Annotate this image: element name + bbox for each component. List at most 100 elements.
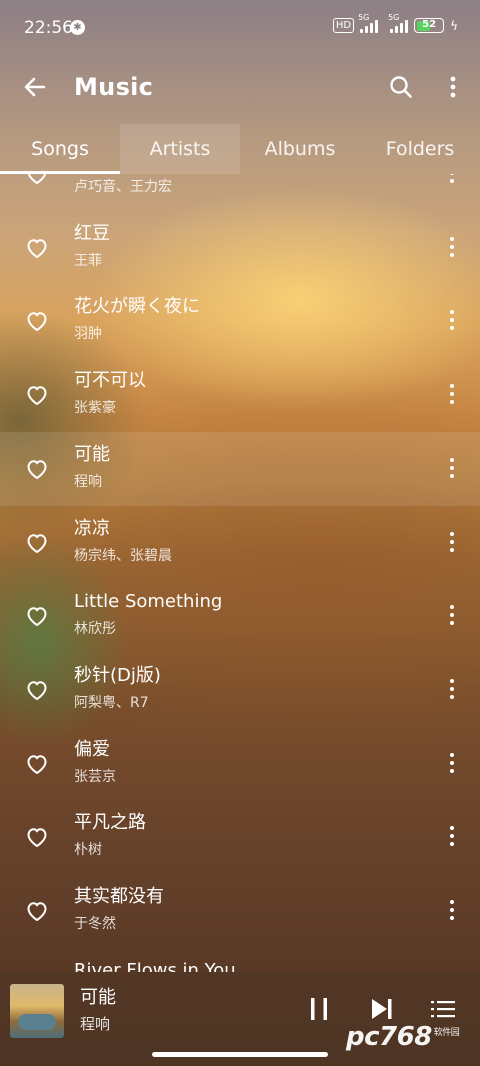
heart-icon (27, 681, 47, 700)
favorite-heart-button[interactable] (24, 235, 50, 261)
song-title: 偏爱 (74, 738, 110, 760)
song-more-button[interactable] (442, 677, 462, 703)
song-title: 花火が瞬く夜に (74, 296, 200, 318)
tab-folders[interactable]: Folders (360, 124, 480, 174)
playlist-icon (431, 1001, 455, 1018)
favorite-heart-button[interactable] (24, 174, 50, 187)
song-row[interactable]: 花火が瞬く夜に 羽肿 (0, 284, 480, 358)
heart-icon (27, 386, 47, 406)
song-row[interactable]: Little Something 林欣彤 (0, 579, 480, 653)
song-more-button[interactable] (442, 824, 462, 850)
song-row[interactable]: River Flows in You (0, 948, 480, 972)
more-vertical-icon (450, 531, 454, 556)
song-row[interactable]: 平凡之路 朴树 (0, 800, 480, 874)
song-artist: 羽肿 (74, 326, 102, 343)
song-row[interactable]: 凉凉 杨宗纬、张碧晨 (0, 506, 480, 580)
settings-notification-icon: ✱ (70, 20, 85, 35)
song-more-button[interactable] (442, 308, 462, 334)
favorite-heart-button[interactable] (24, 382, 50, 408)
heart-icon (27, 460, 47, 479)
network-label-1: 5G (358, 12, 370, 22)
tab-artists[interactable]: Artists (120, 124, 240, 174)
song-more-button[interactable] (442, 898, 462, 924)
song-row[interactable]: 卢巧音、王力宏 (0, 174, 480, 211)
favorite-heart-button[interactable] (24, 824, 50, 850)
song-artist: 杨宗纬、张碧晨 (74, 547, 172, 564)
heart-icon (27, 533, 47, 553)
heart-icon (27, 902, 47, 921)
song-more-button[interactable] (442, 530, 462, 556)
favorite-heart-button[interactable] (24, 677, 50, 703)
song-row[interactable]: 可不可以 张紫豪 (0, 358, 480, 432)
more-vertical-icon (450, 678, 454, 703)
heart-icon (27, 238, 47, 258)
battery-icon: 52 (414, 18, 445, 33)
now-playing-artist: 程响 (80, 1015, 111, 1033)
favorite-heart-button[interactable] (24, 751, 50, 777)
charging-icon: ϟ (450, 18, 458, 33)
status-indicators: HD 5G 5G 52 ϟ (332, 13, 458, 33)
tab-songs[interactable]: Songs (0, 124, 120, 174)
song-row[interactable]: 秒针(Dj版) 阿梨粤、R7 (0, 653, 480, 727)
tab-bar: Songs Artists Albums Folders (0, 124, 480, 174)
signal-icon-2: 5G (388, 13, 409, 33)
pause-icon (311, 998, 327, 1020)
song-title: 红豆 (74, 222, 110, 244)
network-label-2: 5G (388, 12, 400, 22)
song-artist: 卢巧音、王力宏 (74, 179, 172, 195)
favorite-heart-button[interactable] (24, 603, 50, 629)
app-bar: Music (0, 58, 480, 118)
favorite-heart-button[interactable] (24, 308, 50, 334)
heart-icon (27, 754, 47, 774)
song-title: 可能 (74, 443, 110, 465)
more-vertical-icon (450, 384, 454, 408)
song-more-button[interactable] (442, 235, 462, 261)
song-artist: 王菲 (74, 252, 102, 269)
song-list[interactable]: 卢巧音、王力宏红豆王菲花火が瞬く夜に羽肿可不可以 张紫豪可能程响凉凉杨宗纬、张碧晨… (0, 174, 480, 972)
song-artist: 林欣彤 (74, 621, 116, 638)
song-artist: 阿梨粤、R7 (74, 694, 149, 711)
song-artist: 程响 (74, 473, 102, 490)
song-more-button[interactable] (442, 174, 462, 187)
song-more-button[interactable] (442, 456, 462, 482)
more-vertical-icon (450, 900, 454, 924)
page-title: Music (74, 73, 154, 101)
more-vertical-icon (450, 76, 456, 98)
favorite-heart-button[interactable] (24, 530, 50, 556)
heart-icon (27, 312, 47, 332)
song-more-button[interactable] (442, 751, 462, 777)
next-track-button[interactable] (366, 994, 396, 1024)
watermark-logo: pc768 软件园 (346, 1022, 460, 1052)
tab-albums[interactable]: Albums (240, 124, 360, 174)
favorite-heart-button[interactable] (24, 898, 50, 924)
song-more-button[interactable] (442, 603, 462, 629)
overflow-menu-button[interactable] (438, 70, 468, 104)
heart-icon (27, 174, 47, 184)
song-row[interactable]: 其实都没有 于冬然 (0, 874, 480, 948)
hd-badge: HD (332, 18, 355, 33)
back-button[interactable] (18, 70, 52, 104)
song-title: 可不可以 (74, 370, 146, 392)
song-title: 凉凉 (74, 517, 110, 539)
more-vertical-icon (450, 174, 454, 187)
song-row[interactable]: 红豆 王菲 (0, 211, 480, 285)
queue-button[interactable] (428, 994, 458, 1024)
status-bar: 22:56 ✱ HD 5G 5G 52 ϟ (0, 0, 480, 58)
more-vertical-icon (450, 236, 454, 261)
song-row[interactable]: 可能 程响 (0, 431, 480, 506)
status-time: 22:56 (24, 18, 73, 38)
song-row[interactable]: 偏爱 张芸京 (0, 727, 480, 801)
heart-icon (27, 828, 47, 848)
pause-button[interactable] (304, 994, 334, 1024)
more-vertical-icon (450, 310, 454, 334)
album-art[interactable] (10, 984, 64, 1038)
song-more-button[interactable] (442, 382, 462, 408)
song-artist: 于冬然 (74, 916, 116, 932)
more-vertical-icon (450, 605, 454, 629)
search-button[interactable] (384, 70, 418, 104)
more-vertical-icon (450, 457, 454, 482)
battery-level: 52 (422, 19, 437, 30)
song-title: 其实都没有 (74, 886, 164, 907)
favorite-heart-button[interactable] (24, 456, 50, 482)
home-indicator[interactable] (152, 1052, 328, 1057)
